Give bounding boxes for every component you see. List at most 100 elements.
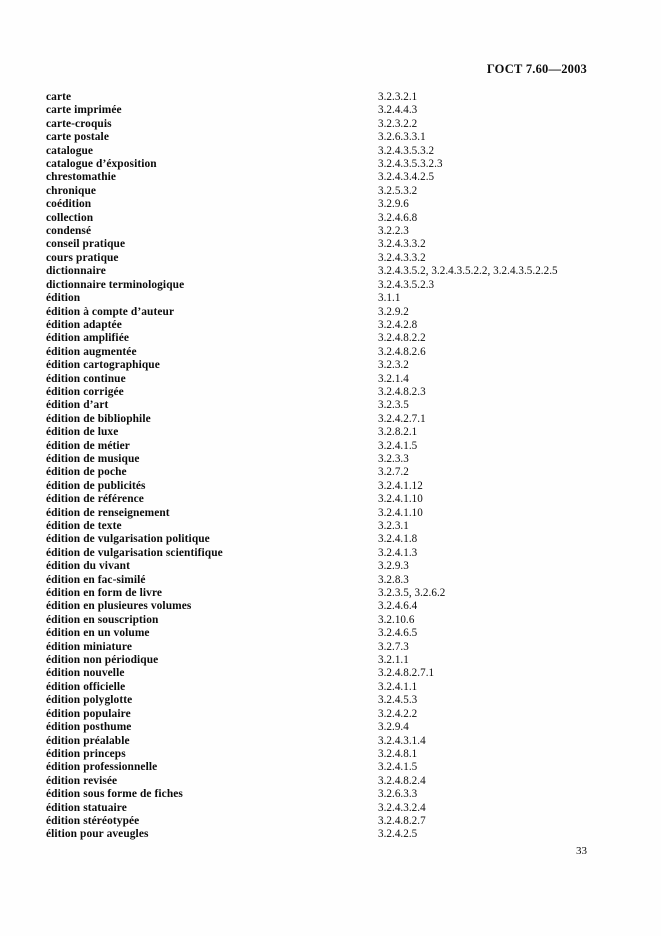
index-entry-references: 3.2.10.6 — [378, 613, 415, 626]
index-entry-row: édition en form de livre 3.2.3.5, 3.2.6.2 — [46, 587, 621, 600]
index-entry-row: édition préalable 3.2.4.3.1.4 — [46, 735, 621, 748]
index-entry-row: édition de référence 3.2.4.1.10 — [46, 493, 621, 506]
index-entry-term: coédition — [46, 198, 92, 211]
index-entry-row: chronique 3.2.5.3.2 — [46, 185, 621, 198]
index-entry-term: carte-croquis — [46, 117, 112, 130]
index-entry-row: élition pour aveugles 3.2.4.2.5 — [46, 828, 621, 841]
index-entry-row: catalogue d’éxposition 3.2.4.3.5.3.2.3 — [46, 158, 621, 171]
index-entry-row: édition en souscription 3.2.10.6 — [46, 614, 621, 627]
index-entry-row: édition du vivant 3.2.9.3 — [46, 560, 621, 573]
index-entry-references: 3.2.4.8.2.7.1 — [378, 667, 435, 680]
index-entry-references: 3.2.4.2.5 — [378, 828, 418, 841]
index-entry-term: édition de vulgarisation politique — [46, 533, 210, 546]
index-entry-term: édition à compte d’auteur — [46, 305, 175, 318]
index-entry-term: édition en plusieures volumes — [46, 600, 192, 613]
index-entry-row: dictionnaire 3.2.4.3.5.2, 3.2.4.3.5.2.2, … — [46, 265, 621, 278]
index-entry-term: chrestomathie — [46, 171, 117, 184]
index-entry-references: 3.2.4.3.3.2 — [378, 238, 426, 251]
index-entry-references: 3.2.3.5 — [378, 399, 409, 412]
index-entry-row: condensé 3.2.2.3 — [46, 225, 621, 238]
index-entry-row: carte imprimée 3.2.4.4.3 — [46, 104, 621, 117]
index-entry-row: édition nouvelle 3.2.4.8.2.7.1 — [46, 667, 621, 680]
index-entry-references: 3.2.6.3.3 — [378, 788, 418, 801]
index-entry-term: édition augmentée — [46, 345, 137, 358]
running-head-standard-number: ГОСТ 7.60—2003 — [486, 62, 587, 76]
index-entry-row: édition continue 3.2.1.4 — [46, 373, 621, 386]
index-entry-row: édition adaptée 3.2.4.2.8 — [46, 319, 621, 332]
index-entry-references: 3.2.4.2.2 — [378, 707, 418, 720]
index-entry-term: édition posthume — [46, 721, 132, 734]
index-entry-row: édition de musique 3.2.3.3 — [46, 453, 621, 466]
index-entry-term: dictionnaire terminologique — [46, 278, 185, 291]
index-entry-references: 3.2.4.8.2.7 — [378, 814, 426, 827]
index-entry-term: édition stéréotypée — [46, 814, 140, 827]
index-entry-row: édition de luxe 3.2.8.2.1 — [46, 426, 621, 439]
index-entry-references: 3.2.4.6.5 — [378, 627, 418, 640]
index-entry-term: édition continue — [46, 372, 126, 385]
index-entry-row: édition miniature 3.2.7.3 — [46, 641, 621, 654]
page-number: 33 — [576, 845, 587, 857]
index-entry-row: édition de métier 3.2.4.1.5 — [46, 440, 621, 453]
index-entry-row: édition revisée 3.2.4.8.2.4 — [46, 775, 621, 788]
index-entry-references: 3.2.3.2 — [378, 359, 409, 372]
index-entry-term: édition de référence — [46, 493, 144, 506]
index-entry-references: 3.2.4.8.2.4 — [378, 774, 426, 787]
index-entry-references: 3.2.4.1.5 — [378, 761, 418, 774]
index-entry-term: édition de poche — [46, 466, 127, 479]
alphabetical-index-list: carte 3.2.3.2.1 carte imprimée 3.2.4.4.3 car… — [46, 91, 621, 842]
index-entry-row: édition d’art 3.2.3.5 — [46, 399, 621, 412]
index-entry-term: édition adaptée — [46, 318, 122, 331]
index-entry-term: collection — [46, 211, 94, 224]
index-entry-row: collection 3.2.4.6.8 — [46, 212, 621, 225]
index-entry-term: carte postale — [46, 131, 109, 144]
index-entry-term: conseil pratique — [46, 238, 126, 251]
index-entry-references: 3.2.4.1.8 — [378, 533, 418, 546]
index-entry-references: 3.2.4.3.5.2, 3.2.4.3.5.2.2, 3.2.4.3.5.2.… — [378, 265, 558, 278]
index-entry-references: 3.2.4.1.10 — [378, 493, 423, 506]
index-entry-term: édition cartographique — [46, 359, 160, 372]
index-entry-references: 3.2.3.2.2 — [378, 117, 418, 130]
index-entry-row: édition corrigée 3.2.4.8.2.3 — [46, 386, 621, 399]
index-entry-references: 3.2.4.3.1.4 — [378, 734, 426, 747]
index-entry-term: édition en souscription — [46, 613, 159, 626]
index-entry-references: 3.2.4.1.1 — [378, 680, 418, 693]
index-entry-row: édition polyglotte 3.2.4.5.3 — [46, 694, 621, 707]
index-entry-row: édition non périodique 3.2.1.1 — [46, 654, 621, 667]
index-entry-term: édition en un volume — [46, 627, 150, 640]
index-entry-references: 3.2.5.3.2 — [378, 184, 418, 197]
index-entry-row: édition cartographique 3.2.3.2 — [46, 359, 621, 372]
index-entry-references: 3.2.4.2.8 — [378, 318, 418, 331]
index-entry-row: édition professionnelle 3.2.4.1.5 — [46, 761, 621, 774]
index-entry-row: édition sous forme de fiches 3.2.6.3.3 — [46, 788, 621, 801]
index-entry-term: carte imprimée — [46, 104, 122, 117]
index-entry-term: édition de bibliophile — [46, 412, 151, 425]
index-entry-row: édition de renseignement 3.2.4.1.10 — [46, 507, 621, 520]
index-entry-term: édition revisée — [46, 774, 118, 787]
index-entry-references: 3.2.9.6 — [378, 198, 409, 211]
index-entry-references: 3.2.4.6.4 — [378, 600, 418, 613]
index-entry-references: 3.2.4.8.1 — [378, 747, 418, 760]
index-entry-row: carte-croquis 3.2.3.2.2 — [46, 118, 621, 131]
index-entry-references: 3.2.4.6.8 — [378, 211, 418, 224]
index-entry-references: 3.2.7.2 — [378, 466, 409, 479]
index-entry-term: édition préalable — [46, 734, 130, 747]
index-entry-references: 3.2.4.8.2.6 — [378, 345, 426, 358]
index-entry-term: édition de publicités — [46, 479, 146, 492]
index-entry-references: 3.2.4.3.2.4 — [378, 801, 426, 814]
index-entry-term: édition princeps — [46, 747, 126, 760]
index-entry-row: édition princeps 3.2.4.8.1 — [46, 748, 621, 761]
index-entry-term: édition de texte — [46, 520, 122, 532]
index-entry-row: édition en fac-similé 3.2.8.3 — [46, 574, 621, 587]
index-entry-row: édition en un volume 3.2.4.6.5 — [46, 627, 621, 640]
index-entry-term: chronique — [46, 184, 97, 197]
index-entry-references: 3.2.4.2.7.1 — [378, 412, 426, 425]
index-entry-term: élition pour aveugles — [46, 828, 149, 841]
index-entry-term: édition du vivant — [46, 560, 130, 573]
index-entry-references: 3.2.8.3 — [378, 573, 409, 586]
index-entry-term: édition officielle — [46, 680, 126, 693]
index-entry-term: édition non périodique — [46, 654, 159, 667]
index-entry-references: 3.2.4.4.3 — [378, 104, 418, 117]
document-page: ГОСТ 7.60—2003 carte 3.2.3.2.1 carte impri… — [0, 0, 661, 936]
index-entry-term: édition d’art — [46, 399, 109, 412]
index-entry-references: 3.2.4.3.5.3.2 — [378, 144, 435, 157]
